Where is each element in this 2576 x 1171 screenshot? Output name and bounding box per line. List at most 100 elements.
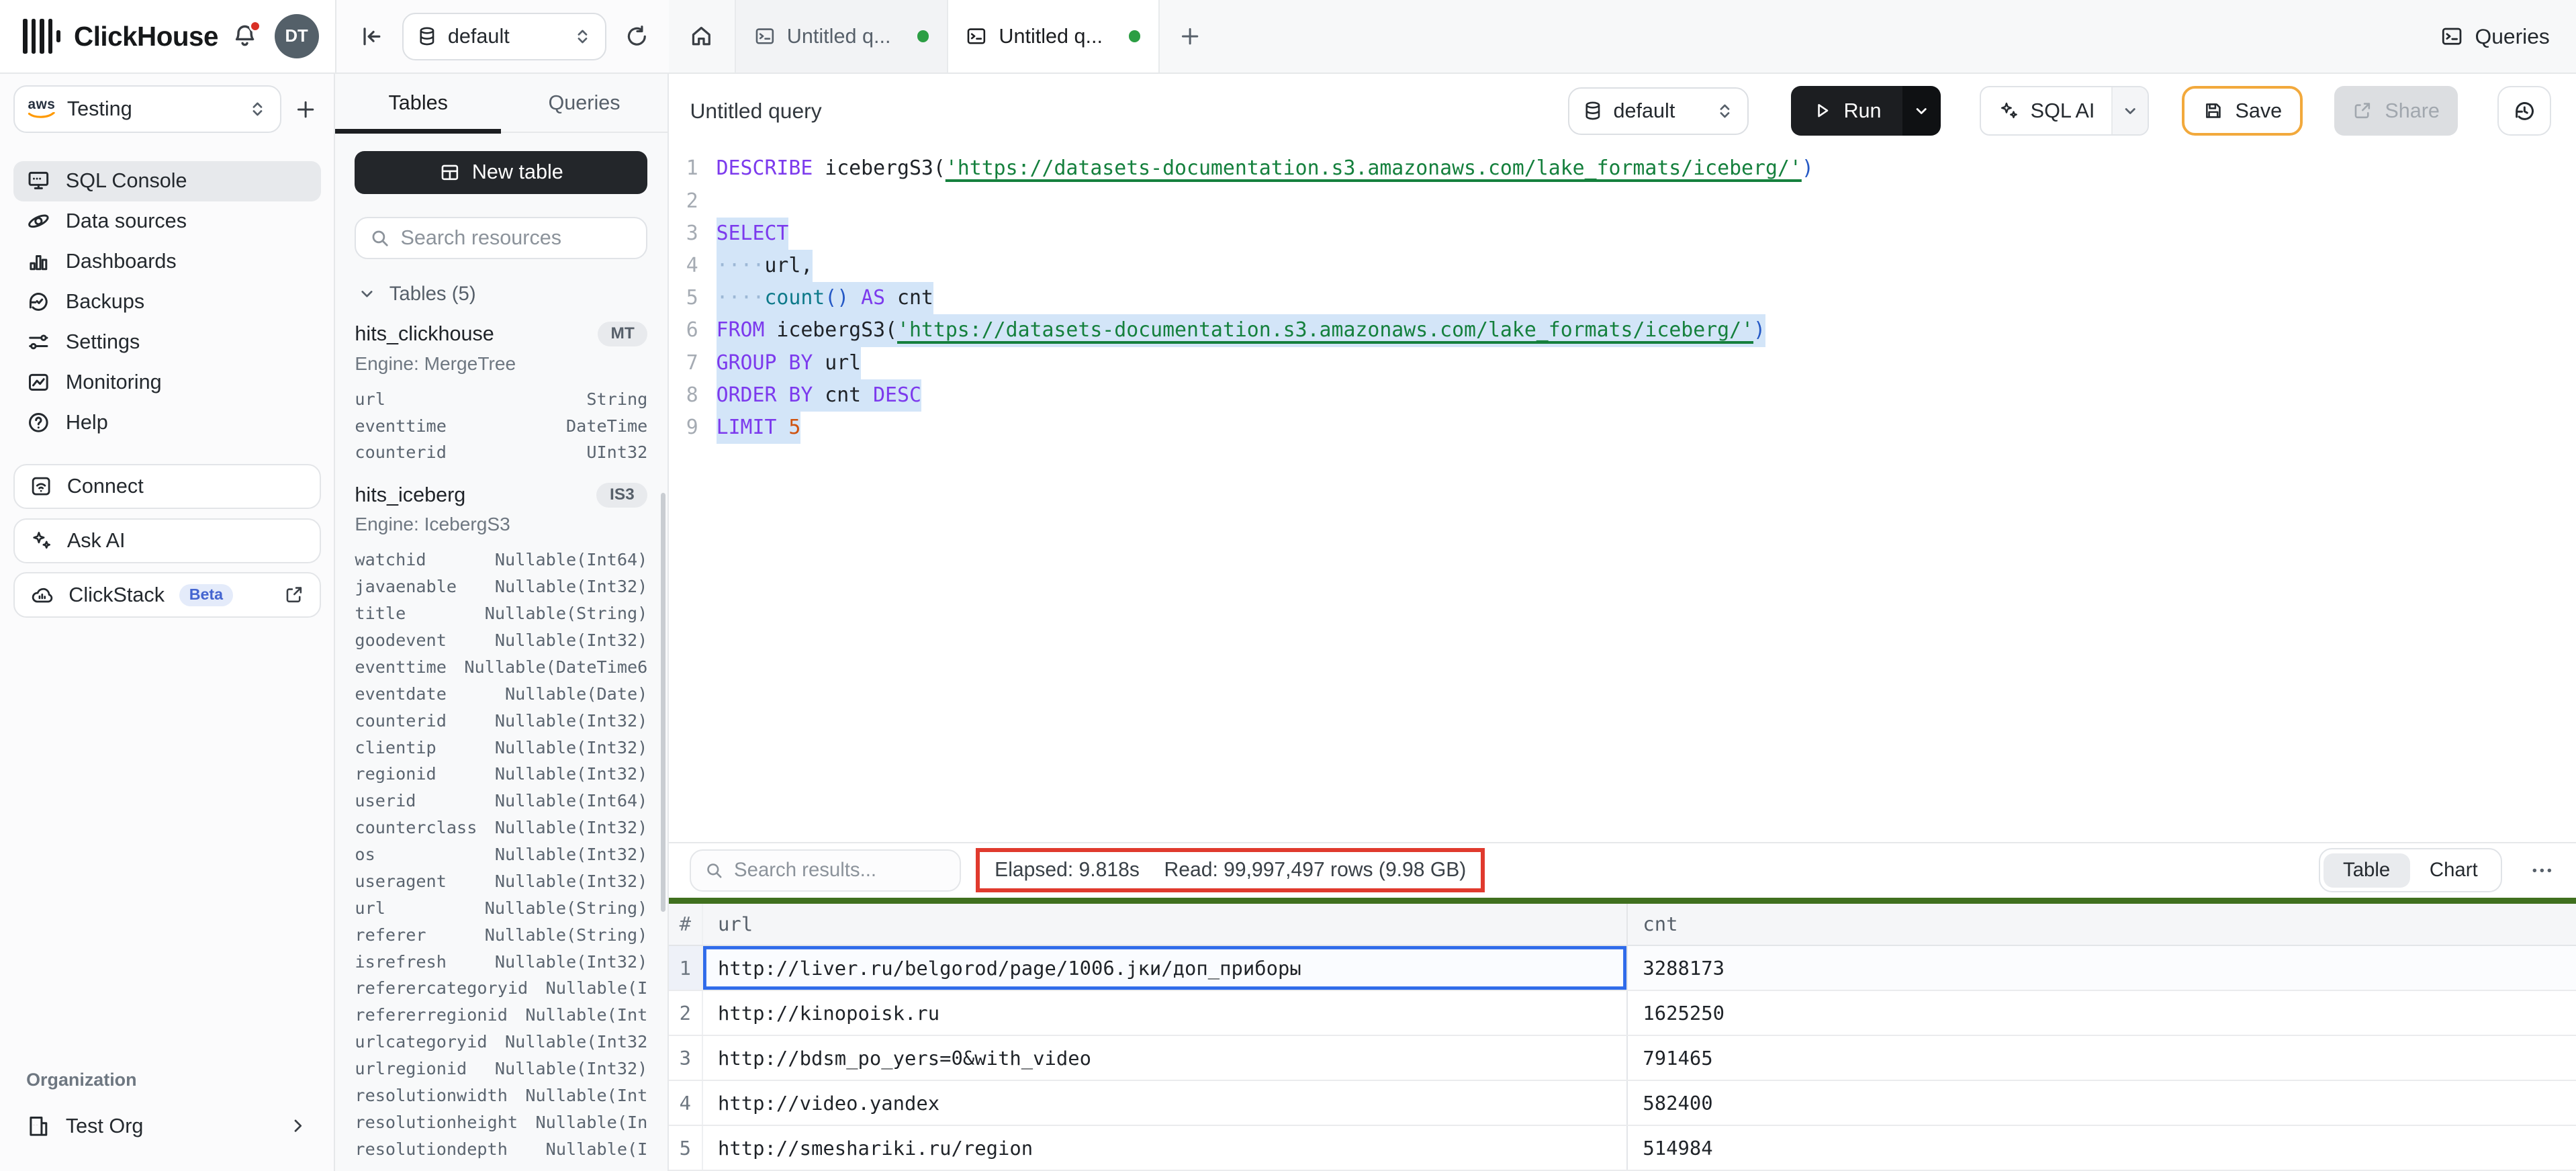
table-column-row: urlcategoryidNullable(Int32 xyxy=(355,1029,647,1056)
table-column-row: urlString xyxy=(355,386,647,413)
clickstack-cloud-icon xyxy=(30,583,54,608)
result-cell-index[interactable]: 5 xyxy=(669,1126,703,1170)
table-column-row: useragentNullable(Int32) xyxy=(355,868,647,895)
queries-button[interactable]: Queries xyxy=(2414,0,2576,73)
table-column-row: regionidNullable(Int32) xyxy=(355,761,647,788)
code-line: 6FROM icebergS3('https://datasets-docume… xyxy=(669,314,2576,346)
organization-switcher[interactable]: Test Org xyxy=(13,1104,321,1148)
view-table-option[interactable]: Table xyxy=(2324,853,2410,888)
save-label: Save xyxy=(2235,99,2282,123)
query-progress-bar xyxy=(669,898,2576,904)
database-selector[interactable]: default xyxy=(402,13,606,60)
chevron-up-down-icon xyxy=(573,28,592,46)
query-tab-1[interactable]: Untitled q... xyxy=(736,0,948,73)
sidebar-item-dashboards[interactable]: Dashboards xyxy=(13,242,321,282)
sidebar-item-data-sources[interactable]: Data sources xyxy=(13,201,321,242)
search-results-input[interactable] xyxy=(734,859,947,882)
col-header-cnt[interactable]: cnt xyxy=(1628,904,2576,945)
query-history-button[interactable] xyxy=(2497,86,2552,135)
query-tab-label: Untitled q... xyxy=(787,25,906,48)
result-cell-index[interactable]: 1 xyxy=(669,946,703,990)
sidebar-item-monitoring[interactable]: Monitoring xyxy=(13,362,321,402)
table-name[interactable]: hits_iceberg xyxy=(355,483,596,507)
chevron-down-icon xyxy=(2122,103,2138,119)
table-column-row: resolutionwidthNullable(Int xyxy=(355,1082,647,1109)
building-icon xyxy=(26,1114,51,1139)
table-name[interactable]: hits_clickhouse xyxy=(355,322,597,346)
sidebar-item-help[interactable]: Help xyxy=(13,402,321,442)
clickstack-button[interactable]: ClickStack Beta xyxy=(13,572,321,617)
sidebar-item-label: Monitoring xyxy=(66,371,162,394)
refresh-icon[interactable] xyxy=(621,21,652,52)
result-cell-cnt[interactable]: 582400 xyxy=(1628,1081,2576,1125)
result-cell-cnt[interactable]: 1625250 xyxy=(1628,991,2576,1035)
result-cell-index[interactable]: 3 xyxy=(669,1036,703,1080)
sidebar-item-settings[interactable]: Settings xyxy=(13,322,321,362)
beta-badge: Beta xyxy=(179,584,233,606)
share-label: Share xyxy=(2385,99,2440,123)
chevron-up-down-icon xyxy=(248,100,267,118)
result-cell-url[interactable]: http://kinopoisk.ru xyxy=(703,991,1628,1035)
view-chart-option[interactable]: Chart xyxy=(2410,853,2497,888)
tables-group-toggle[interactable]: Tables (5) xyxy=(355,283,647,306)
result-cell-index[interactable]: 4 xyxy=(669,1081,703,1125)
tables-panel: Tables Queries New table Tables (5) xyxy=(335,74,669,1171)
result-cell-cnt[interactable]: 791465 xyxy=(1628,1036,2576,1080)
query-title[interactable]: Untitled query xyxy=(690,99,1567,124)
avatar[interactable]: DT xyxy=(275,14,319,58)
result-cell-cnt[interactable]: 514984 xyxy=(1628,1126,2576,1170)
result-cell-cnt[interactable]: 3288173 xyxy=(1628,946,2576,990)
results-more-menu[interactable] xyxy=(2530,858,2555,883)
save-button[interactable]: Save xyxy=(2182,86,2303,135)
new-tab-button[interactable] xyxy=(1160,0,1221,73)
editor-database-selector[interactable]: default xyxy=(1568,87,1749,135)
table-column-row: useridNullable(Int64) xyxy=(355,788,647,814)
run-options-arrow[interactable] xyxy=(1902,86,1940,135)
code-line: 7GROUP BY url xyxy=(669,347,2576,379)
nav-actions: Connect Ask AI ClickStack Beta xyxy=(13,464,321,618)
table-column-row: urlNullable(String) xyxy=(355,895,647,922)
col-header-index[interactable]: # xyxy=(669,904,703,945)
notifications-bell-icon[interactable] xyxy=(232,23,258,49)
data-sources-icon xyxy=(26,209,51,234)
sidebar-item-backups[interactable]: Backups xyxy=(13,281,321,322)
col-header-url[interactable]: url xyxy=(703,904,1628,945)
sidebar-item-label: Dashboards xyxy=(66,250,177,273)
table-column-row: isrefreshNullable(Int32) xyxy=(355,949,647,976)
database-icon xyxy=(1582,100,1604,122)
table-column-row: titleNullable(String) xyxy=(355,600,647,627)
query-tab-2[interactable]: Untitled q... xyxy=(948,0,1160,73)
table-column-row: resolutionheightNullable(In xyxy=(355,1109,647,1136)
table-column-row: referercategoryidNullable(I xyxy=(355,975,647,1002)
result-cell-index[interactable]: 2 xyxy=(669,991,703,1035)
result-cell-url[interactable]: http://video.yandex xyxy=(703,1081,1628,1125)
tab-queries[interactable]: Queries xyxy=(501,74,667,132)
collapse-sidebar-icon[interactable] xyxy=(356,21,387,52)
sql-ai-options-arrow[interactable] xyxy=(2111,87,2148,134)
home-tab[interactable] xyxy=(669,0,736,73)
table-column-row: counteridUInt32 xyxy=(355,439,647,466)
sql-editor[interactable]: 1DESCRIBE icebergS3('https://datasets-do… xyxy=(669,148,2576,842)
search-results-field[interactable] xyxy=(690,849,961,892)
workspace-selector[interactable]: aws Testing xyxy=(13,85,281,133)
ask-ai-button[interactable]: Ask AI xyxy=(13,518,321,563)
result-cell-url[interactable]: http://liver.ru/belgorod/page/1006.jки/д… xyxy=(703,946,1628,990)
tables-panel-scrollbar[interactable] xyxy=(661,493,665,912)
connect-button[interactable]: Connect xyxy=(13,464,321,509)
search-resources-input[interactable] xyxy=(400,226,633,250)
search-resources-field[interactable] xyxy=(355,217,647,260)
result-row: 3http://bdsm_po_yers=0&with_video791465 xyxy=(669,1036,2576,1081)
table-column-row: osNullable(Int32) xyxy=(355,841,647,868)
result-cell-url[interactable]: http://smeshariki.ru/region xyxy=(703,1126,1628,1170)
read-stat: Read: 99,997,497 rows (9.98 GB) xyxy=(1164,859,1467,882)
tab-tables[interactable]: Tables xyxy=(335,74,501,132)
run-button[interactable]: Run xyxy=(1791,86,1940,135)
add-service-button[interactable] xyxy=(291,95,320,124)
sql-ai-button[interactable]: SQL AI xyxy=(1980,86,2148,135)
result-cell-url[interactable]: http://bdsm_po_yers=0&with_video xyxy=(703,1036,1628,1080)
new-table-button[interactable]: New table xyxy=(355,151,647,194)
sidebar-item-sql-console[interactable]: SQL Console xyxy=(13,161,321,201)
engine-badge: MT xyxy=(598,322,647,346)
chevron-right-icon xyxy=(288,1116,308,1135)
play-icon xyxy=(1812,101,1832,120)
